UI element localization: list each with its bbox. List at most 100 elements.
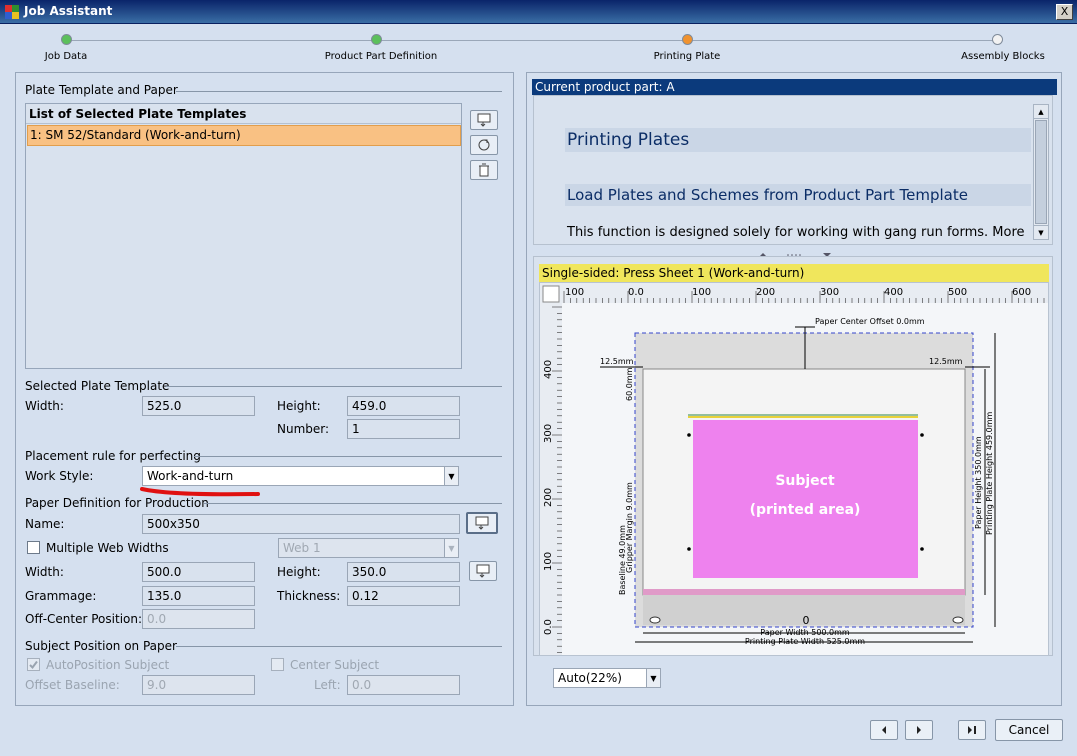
- cancel-button[interactable]: Cancel: [995, 719, 1063, 741]
- autoposition-label: AutoPosition Subject: [46, 658, 170, 672]
- subject-label: Subject: [775, 473, 835, 489]
- swap-icon: [476, 564, 490, 578]
- step-job-data-dot[interactable]: [61, 34, 72, 45]
- paper-center-offset-label: Paper Center Offset 0.0mm: [815, 317, 925, 326]
- zero-mark: 0: [803, 614, 810, 627]
- plate-template-list[interactable]: List of Selected Plate Templates 1: SM 5…: [25, 103, 462, 369]
- plate-hole: [952, 616, 964, 624]
- center-subject-checkbox[interactable]: [271, 658, 284, 671]
- chevron-down-icon[interactable]: ▼: [444, 467, 458, 485]
- list-item[interactable]: 1: SM 52/Standard (Work-and-turn): [27, 125, 461, 146]
- ruler-top-label: 600: [1012, 287, 1031, 298]
- help-title: Printing Plates: [565, 128, 1031, 152]
- register-mark: [920, 433, 924, 437]
- ruler-left-label: 100: [543, 552, 554, 571]
- step-product-part-dot[interactable]: [371, 34, 382, 45]
- offset-baseline-label: Offset Baseline:: [25, 678, 120, 692]
- help-scrollbar[interactable]: ▲ ▼: [1033, 104, 1049, 240]
- scroll-up-icon[interactable]: ▲: [1034, 105, 1048, 119]
- number-label: Number:: [277, 422, 330, 436]
- paper-height-label: Height:: [277, 565, 321, 579]
- help-text: This function is designed solely for wor…: [567, 225, 1025, 240]
- web-select[interactable]: Web 1: [278, 538, 459, 558]
- next-button[interactable]: [905, 720, 933, 740]
- name-label: Name:: [25, 517, 65, 531]
- finish-button[interactable]: [958, 720, 986, 740]
- scroll-down-icon[interactable]: ▼: [1034, 225, 1048, 239]
- plate-number-field[interactable]: 1: [347, 419, 460, 439]
- checkmark-icon: [29, 660, 38, 670]
- paper-width-label: Width:: [25, 565, 64, 579]
- help-subtitle: Load Plates and Schemes from Product Par…: [565, 184, 1031, 206]
- replace-plate-button[interactable]: [470, 135, 498, 155]
- step-printing-plate-label[interactable]: Printing Plate: [654, 51, 721, 62]
- plate-preview[interactable]: 100 0.0 100 200 300 400 500 600 400 300 …: [539, 282, 1049, 656]
- select-paper-button[interactable]: [466, 512, 498, 534]
- chevron-down-icon[interactable]: ▼: [646, 669, 660, 687]
- selected-plate-title: Selected Plate Template: [25, 379, 170, 393]
- trash-icon: [479, 163, 489, 177]
- center-subject-label: Center Subject: [290, 658, 380, 672]
- margin-left-label: 12.5mm: [600, 357, 634, 366]
- help-browser[interactable]: Printing Plates Load Plates and Schemes …: [535, 97, 1033, 242]
- paper-name-field[interactable]: 500x350: [142, 514, 460, 534]
- offset-baseline-field[interactable]: 9.0: [142, 675, 255, 695]
- zoom-select[interactable]: Auto(22%): [553, 668, 661, 688]
- paper-width-label: Paper Width 500.0mm: [760, 628, 850, 637]
- delete-plate-button[interactable]: [470, 160, 498, 180]
- chevron-right-icon: [917, 726, 921, 734]
- step-product-part-label[interactable]: Product Part Definition: [325, 51, 438, 62]
- scroll-thumb[interactable]: [1035, 120, 1047, 224]
- ruler-left-label: 300: [543, 424, 554, 443]
- step-assembly-blocks-label[interactable]: Assembly Blocks: [961, 51, 1045, 62]
- ruler-top-label: 100: [565, 287, 584, 298]
- left-offset-field[interactable]: 0.0: [347, 675, 460, 695]
- close-button[interactable]: X: [1056, 4, 1073, 20]
- skip-to-end-icon: [968, 726, 976, 734]
- chevron-left-icon: [882, 726, 886, 734]
- add-plate-button[interactable]: [470, 110, 498, 130]
- ruler-top-label: 100: [692, 287, 711, 298]
- product-part-header: Current product part: A: [532, 79, 1057, 95]
- workstyle-select[interactable]: Work-and-turn: [142, 466, 459, 486]
- thickness-label: Thickness:: [277, 589, 341, 603]
- plate-preview-drawing: 100 0.0 100 200 300 400 500 600 400 300 …: [540, 283, 1048, 655]
- plate-height-field[interactable]: 459.0: [347, 396, 460, 416]
- ruler-top-label: 300: [820, 287, 839, 298]
- title-bar: Job Assistant X: [0, 0, 1077, 24]
- sheet-label: Single-sided: Press Sheet 1 (Work-and-tu…: [539, 264, 1049, 282]
- back-button[interactable]: [870, 720, 898, 740]
- zoom-value: Auto(22%): [558, 671, 622, 685]
- gripper-strip: [643, 589, 965, 595]
- subject-area: [693, 420, 918, 578]
- height-label: Height:: [277, 399, 321, 413]
- width-label: Width:: [25, 399, 64, 413]
- swap-dimensions-button[interactable]: [469, 561, 497, 581]
- autoposition-checkbox[interactable]: [27, 658, 40, 671]
- grammage-field[interactable]: 135.0: [142, 586, 255, 606]
- step-printing-plate-dot[interactable]: [682, 34, 693, 45]
- ruler-top-label: 500: [948, 287, 967, 298]
- plate-section-title: Plate Template and Paper: [25, 83, 178, 97]
- section-divider: [194, 456, 502, 457]
- web-value: Web 1: [283, 541, 321, 555]
- subject-position-title: Subject Position on Paper: [25, 639, 177, 653]
- grammage-label: Grammage:: [25, 589, 97, 603]
- chevron-down-icon[interactable]: ▼: [444, 539, 458, 557]
- step-job-data-label[interactable]: Job Data: [45, 51, 87, 62]
- thickness-field[interactable]: 0.12: [347, 586, 460, 606]
- splitter-handle[interactable]: [533, 247, 1053, 257]
- offcenter-field[interactable]: 0.0: [142, 609, 255, 629]
- subject-sublabel: (printed area): [750, 502, 861, 518]
- multiple-web-label: Multiple Web Widths: [46, 541, 169, 555]
- register-mark: [687, 433, 691, 437]
- stepper-line: [66, 40, 998, 41]
- paper-width-field[interactable]: 500.0: [142, 562, 255, 582]
- section-divider: [166, 386, 502, 387]
- step-assembly-blocks-dot[interactable]: [992, 34, 1003, 45]
- left-offset-label: Left:: [314, 678, 341, 692]
- plate-width-field[interactable]: 525.0: [142, 396, 255, 416]
- paper-height-field[interactable]: 350.0: [347, 562, 460, 582]
- multiple-web-checkbox[interactable]: [27, 541, 40, 554]
- list-header: List of Selected Plate Templates: [26, 104, 461, 124]
